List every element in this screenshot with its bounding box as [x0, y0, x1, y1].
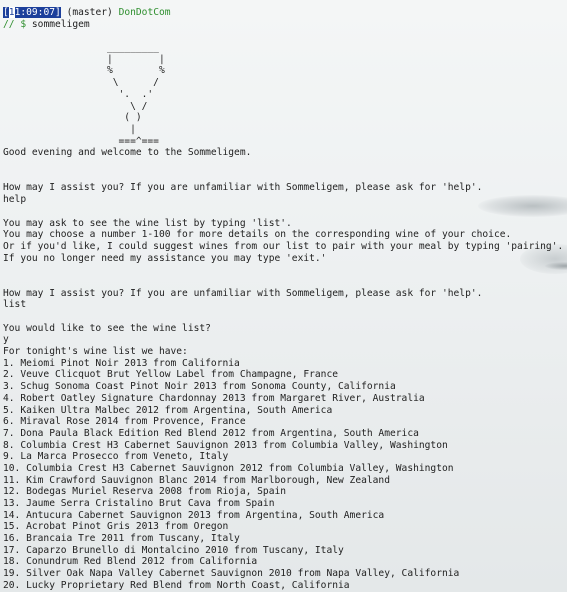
user-input-list: list: [3, 299, 27, 311]
wine-list-item: 10. Columbia Crest H3 Cabernet Sauvignon…: [3, 462, 454, 474]
wine-list-item: 19. Silver Oak Napa Valley Cabernet Sauv…: [3, 568, 460, 580]
help-line: You may ask to see the wine list by typi…: [3, 217, 292, 229]
wine-list-item: 1. Meiomi Pinot Noir 2013 from Californi…: [3, 357, 240, 369]
current-path: //: [3, 18, 15, 30]
wine-list-item: 3. Schug Sonoma Coast Pinot Noir 2013 fr…: [3, 381, 396, 393]
welcome-message: Good evening and welcome to the Sommelig…: [3, 147, 252, 159]
wine-list: 1. Meiomi Pinot Noir 2013 from Californi…: [3, 358, 567, 592]
terminal-output[interactable]: [11:09:07] (master) DonDotCom // $ somme…: [3, 7, 567, 592]
assist-prompt: How may I assist you? If you are unfamil…: [3, 287, 483, 299]
wine-list-item: 14. Antucura Cabernet Sauvignon 2013 fro…: [3, 509, 385, 521]
wine-list-item: 5. Kaiken Ultra Malbec 2012 from Argenti…: [3, 404, 333, 416]
wine-list-item: 15. Acrobat Pinot Gris 2013 from Oregon: [3, 521, 229, 533]
hostname: DonDotCom: [118, 7, 171, 18]
wine-list-item: 8. Columbia Crest H3 Cabernet Sauvignon …: [3, 439, 448, 451]
wine-list-item: 17. Caparzo Brunello di Montalcino 2010 …: [3, 544, 344, 556]
wine-list-item: 4. Robert Oatley Signature Chardonnay 20…: [3, 392, 425, 404]
user-input-confirm: y: [3, 334, 9, 346]
wine-list-item: 11. Kim Crawford Sauvignon Blanc 2014 fr…: [3, 474, 390, 486]
user-input-help: help: [3, 194, 27, 206]
command-line: // $ sommeligem: [3, 19, 567, 31]
help-line: You may choose a number 1-100 for more d…: [3, 229, 512, 241]
wine-list-item: 13. Jaume Serra Cristalino Brut Cava fro…: [3, 498, 275, 510]
assist-prompt: How may I assist you? If you are unfamil…: [3, 182, 483, 194]
wine-list-item: 16. Brancaia Tre 2011 from Tuscany, Ital…: [3, 533, 240, 545]
wine-list-item: 9. La Marca Prosecco from Veneto, Italy: [3, 451, 229, 463]
wine-list-item: 2. Veuve Clicquot Brut Yellow Label from…: [3, 369, 339, 381]
prompt-line: [11:09:07] (master) DonDotCom: [3, 7, 567, 19]
help-line: If you no longer need my assistance you …: [3, 252, 327, 264]
wine-list-item: 20. Lucky Proprietary Red Blend from Nor…: [3, 579, 350, 591]
help-line: Or if you'd like, I could suggest wines …: [3, 240, 564, 252]
wine-glass-ascii-art: _________ | | % % \ / '. .' \ / ( ) | ==…: [106, 42, 165, 147]
confirm-question: You would like to see the wine list?: [3, 322, 211, 334]
wine-list-item: 18. Conundrum Red Blend 2012 from Califo…: [3, 556, 258, 568]
wine-list-item: 7. Dona Paula Black Edition Red Blend 20…: [3, 427, 419, 439]
wine-list-item: 12. Bodegas Muriel Reserva 2008 from Rio…: [3, 486, 287, 498]
command-text: sommeligem: [31, 18, 90, 30]
wine-list-item: 6. Miraval Rose 2014 from Provence, Fran…: [3, 416, 246, 428]
git-branch: (master): [66, 7, 113, 18]
prompt-time: [11:09:07]: [3, 7, 61, 18]
prompt-symbol: $: [20, 18, 27, 30]
wine-list-header: For tonight's wine list we have:: [3, 346, 188, 358]
